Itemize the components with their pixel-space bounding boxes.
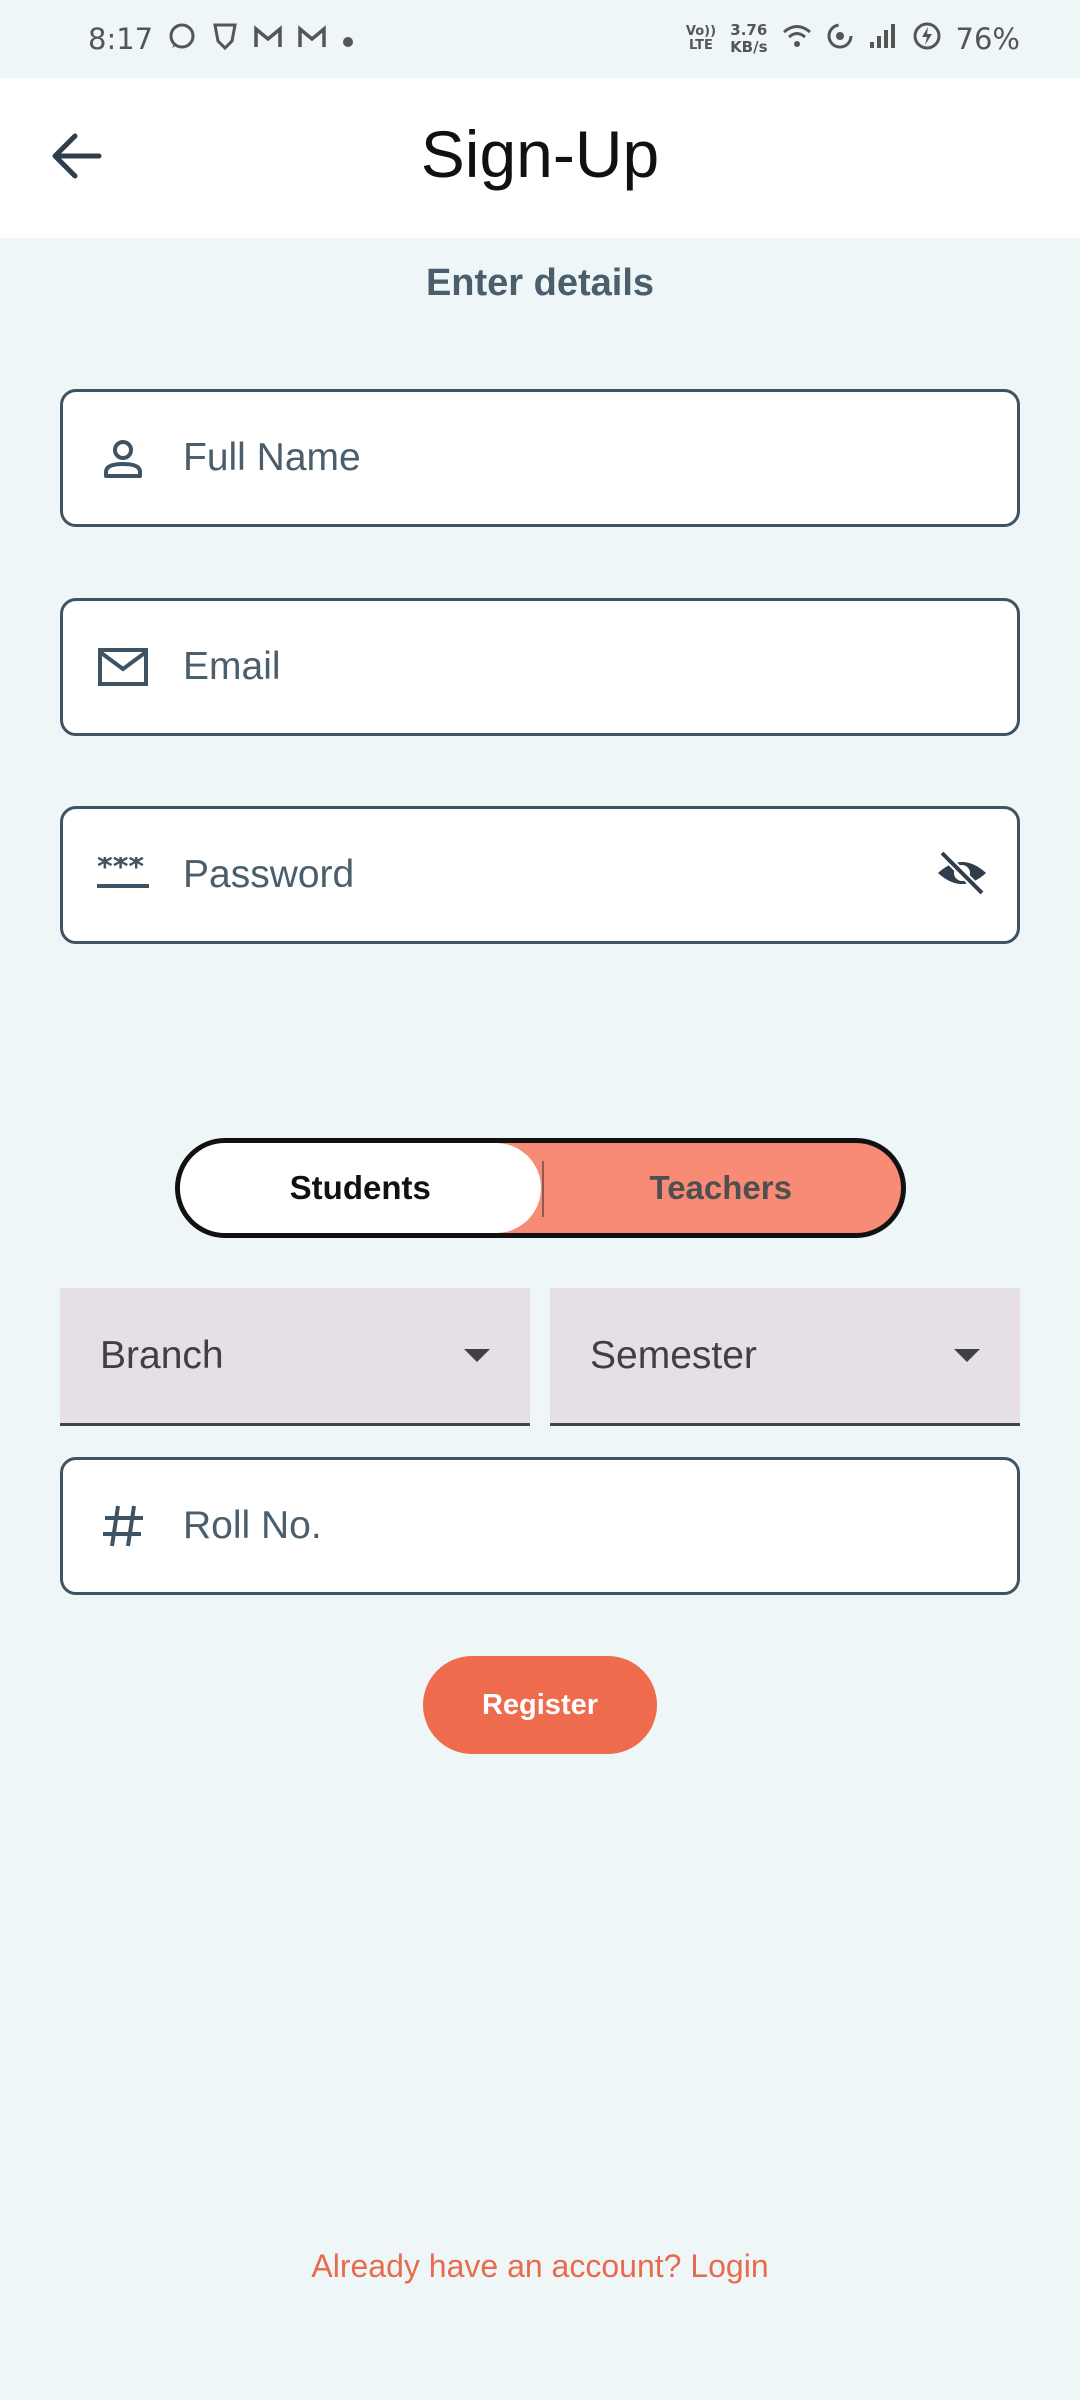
password-icon: ***: [63, 809, 183, 941]
hash-icon: [63, 1460, 183, 1592]
gmail-icon: [297, 23, 327, 56]
page-title: Sign-Up: [420, 117, 660, 191]
network-rate: 3.76 KB/s: [730, 22, 767, 56]
status-time: 8:17: [88, 22, 154, 56]
network-rate-unit: KB/s: [730, 38, 768, 56]
notification-dot-icon: [341, 23, 355, 56]
password-placeholder: Password: [183, 853, 355, 896]
full-name-placeholder: Full Name: [183, 436, 361, 479]
network-rate-value: 3.76: [730, 21, 768, 39]
person-icon: [63, 392, 183, 524]
eye-off-icon: [934, 849, 990, 902]
shield-icon: [211, 21, 239, 58]
toggle-divider: [542, 1161, 544, 1217]
role-toggle: Students Teachers: [175, 1138, 906, 1238]
wifi-icon: [782, 22, 812, 56]
password-field[interactable]: *** Password: [60, 806, 1020, 944]
semester-label: Semester: [590, 1333, 757, 1377]
toggle-visibility-button[interactable]: [907, 809, 1017, 941]
dropdown-arrow-icon: [954, 1349, 980, 1362]
status-right: Vo)) LTE 3.76 KB/s 76%: [686, 21, 1020, 58]
whatsapp-icon: [167, 21, 197, 58]
toggle-teachers[interactable]: Teachers: [541, 1143, 902, 1233]
branch-label: Branch: [100, 1333, 224, 1377]
roll-no-placeholder: Roll No.: [183, 1504, 322, 1547]
volte-indicator: Vo)) LTE: [686, 25, 716, 53]
battery-percent: 76%: [955, 22, 1020, 56]
dropdown-arrow-icon: [464, 1349, 490, 1362]
toggle-students[interactable]: Students: [180, 1143, 541, 1233]
roll-no-field[interactable]: Roll No.: [60, 1457, 1020, 1595]
battery-charging-icon: [912, 21, 942, 58]
status-left: 8:17: [88, 21, 355, 58]
status-bar: 8:17 Vo)) LTE 3.76 KB/s 76%: [0, 0, 1080, 78]
svg-text:***: ***: [97, 857, 144, 885]
hotspot-icon: [826, 22, 854, 57]
register-button[interactable]: Register: [423, 1656, 657, 1754]
mail-icon: [63, 601, 183, 733]
branch-dropdown[interactable]: Branch: [60, 1288, 530, 1426]
signal-icon: [868, 22, 898, 57]
gmail-icon: [253, 23, 283, 56]
app-bar: Sign-Up: [0, 78, 1080, 238]
semester-dropdown[interactable]: Semester: [550, 1288, 1020, 1426]
email-field[interactable]: Email: [60, 598, 1020, 736]
login-link[interactable]: Already have an account? Login: [0, 2248, 1080, 2285]
volte-bottom: LTE: [689, 38, 713, 53]
volte-top: Vo)): [685, 24, 717, 39]
form-subtitle: Enter details: [425, 262, 655, 304]
email-placeholder: Email: [183, 645, 281, 688]
full-name-field[interactable]: Full Name: [60, 389, 1020, 527]
